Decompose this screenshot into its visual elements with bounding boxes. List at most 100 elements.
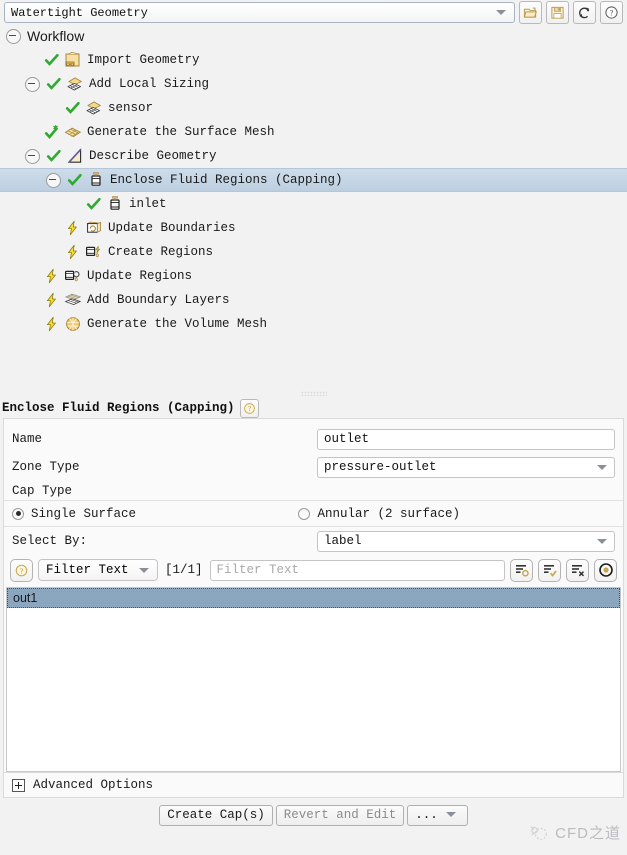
- list-select-all-button[interactable]: [538, 558, 561, 582]
- task-panel-header: Enclose Fluid Regions (Capping) ?: [0, 398, 627, 418]
- lightning-bolt-icon: [68, 220, 77, 236]
- collapse-icon[interactable]: [6, 28, 21, 44]
- status-pending-icon: [44, 268, 60, 284]
- radio-single-surface[interactable]: Single Surface: [12, 507, 136, 521]
- tree-root-workflow[interactable]: Workflow: [0, 24, 627, 48]
- tree-item-enclose-fluid-regions-capping[interactable]: Enclose Fluid Regions (Capping): [0, 168, 627, 192]
- update-boundaries-icon: [86, 221, 102, 233]
- task-panel-body: Name outlet Zone Type pressure-outlet Ca…: [3, 418, 624, 772]
- workflow-selector[interactable]: Watertight Geometry: [4, 2, 515, 23]
- tree-item-create-regions[interactable]: Create Regions: [0, 240, 627, 264]
- open-workflow-button[interactable]: [519, 1, 542, 24]
- filter-mode-value: Filter Text: [46, 563, 129, 577]
- status-pending-icon: [65, 244, 81, 260]
- chevron-down-icon: [445, 812, 456, 817]
- tree-item-add-boundary-layers[interactable]: Add Boundary Layers: [0, 288, 627, 312]
- filter-input[interactable]: Filter Text: [209, 559, 505, 581]
- revert-and-edit-button[interactable]: Revert and Edit: [275, 804, 405, 826]
- tree-item-update-boundaries[interactable]: Update Boundaries: [0, 216, 627, 240]
- tree-item-inlet[interactable]: inlet: [0, 192, 627, 216]
- save-disk-icon: [551, 6, 564, 19]
- status-check-icon: [44, 52, 60, 68]
- check-updated-icon: [44, 125, 59, 139]
- status-check-icon: [46, 148, 62, 164]
- capping-icon: [106, 195, 124, 213]
- list-x-icon: [571, 565, 584, 577]
- create-caps-button[interactable]: Create Cap(s): [159, 804, 273, 826]
- question-mark-icon: ?: [243, 402, 255, 414]
- list-circle-icon: [515, 565, 529, 577]
- capping-icon: [91, 172, 101, 186]
- boundary-layers-icon: [64, 293, 82, 306]
- question-mark-icon: ?: [605, 6, 618, 19]
- panel-splitter[interactable]: [0, 389, 627, 398]
- update-boundaries-icon: [85, 219, 103, 237]
- collapse-icon[interactable]: [46, 172, 61, 188]
- selection-list[interactable]: out1: [6, 587, 621, 772]
- capping-icon: [87, 171, 105, 189]
- lightning-bolt-icon: [47, 316, 56, 332]
- list-highlight-button[interactable]: [594, 558, 617, 582]
- tree-item-label: Create Regions: [108, 245, 214, 259]
- list-show-all-button[interactable]: [510, 558, 533, 582]
- select-by-row: Select By: label: [12, 527, 615, 555]
- name-row: Name outlet: [12, 425, 615, 453]
- zone-type-value: pressure-outlet: [324, 460, 437, 474]
- status-check-updated-icon: [44, 124, 60, 140]
- reset-workflow-button[interactable]: [573, 1, 596, 24]
- zone-type-row: Zone Type pressure-outlet: [12, 453, 615, 481]
- collapse-icon[interactable]: [25, 148, 40, 164]
- describe-geometry-icon: [67, 148, 82, 163]
- check-icon: [65, 101, 80, 114]
- help-button[interactable]: ?: [600, 1, 623, 24]
- check-icon: [46, 77, 61, 90]
- tree-item-add-local-sizing[interactable]: Add Local Sizing: [0, 72, 627, 96]
- check-icon: [44, 53, 59, 66]
- refresh-icon: [579, 7, 590, 19]
- zone-type-label: Zone Type: [12, 460, 80, 474]
- tree-root-label: Workflow: [27, 28, 85, 44]
- tree-item-describe-geometry[interactable]: Describe Geometry: [0, 144, 627, 168]
- filter-mode-select[interactable]: Filter Text: [38, 559, 158, 581]
- tree-item-generate-the-surface-mesh[interactable]: Generate the Surface Mesh: [0, 120, 627, 144]
- expand-plus-icon[interactable]: [12, 778, 25, 792]
- status-pending-icon: [44, 292, 60, 308]
- tree-item-update-regions[interactable]: Update Regions: [0, 264, 627, 288]
- radio-annular[interactable]: Annular (2 surface): [298, 507, 460, 521]
- status-check-icon: [67, 172, 83, 188]
- list-item[interactable]: out1: [7, 588, 620, 608]
- tree-item-label: Update Boundaries: [108, 221, 236, 235]
- tree-item-label: Add Boundary Layers: [87, 293, 230, 307]
- radio-dot-icon: [12, 507, 24, 520]
- tree-item-import-geometry[interactable]: CAD Import Geometry: [0, 48, 627, 72]
- local-sizing-icon: [86, 101, 102, 115]
- more-options-button[interactable]: ...: [407, 804, 468, 826]
- workflow-tree[interactable]: Workflow CAD Import Geometry Add Local Siz…: [0, 24, 627, 389]
- tree-item-label: sensor: [108, 101, 154, 115]
- tree-item-sensor[interactable]: sensor: [0, 96, 627, 120]
- status-pending-icon: [44, 316, 60, 332]
- list-deselect-all-button[interactable]: [566, 558, 589, 582]
- save-workflow-button[interactable]: [546, 1, 569, 24]
- zone-type-select[interactable]: pressure-outlet: [317, 456, 615, 478]
- cap-type-group: Single Surface Annular (2 surface): [4, 500, 623, 527]
- advanced-options-section[interactable]: Advanced Options: [3, 772, 624, 798]
- select-by-select[interactable]: label: [317, 530, 615, 552]
- local-sizing-icon: [66, 75, 84, 93]
- more-options-label: ...: [415, 807, 438, 822]
- task-help-button[interactable]: ?: [239, 398, 259, 418]
- filter-help-button[interactable]: ?: [10, 558, 33, 582]
- surface-mesh-icon: [64, 127, 82, 138]
- open-folder-icon: [523, 7, 537, 18]
- name-label: Name: [12, 432, 43, 446]
- update-regions-icon: [65, 270, 80, 282]
- collapse-icon[interactable]: [25, 76, 40, 92]
- tree-item-label: Add Local Sizing: [89, 77, 210, 91]
- task-button-bar: Create Cap(s) Revert and Edit ...: [0, 802, 627, 828]
- status-pending-icon: [65, 220, 81, 236]
- create-regions-icon: [85, 243, 103, 261]
- name-input[interactable]: outlet: [317, 428, 615, 450]
- tree-item-label: Import Geometry: [87, 53, 200, 67]
- chevron-down-icon: [597, 464, 607, 470]
- tree-item-generate-the-volume-mesh[interactable]: Generate the Volume Mesh: [0, 312, 627, 336]
